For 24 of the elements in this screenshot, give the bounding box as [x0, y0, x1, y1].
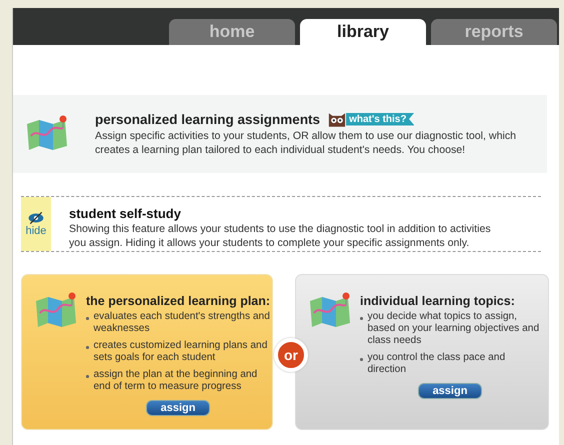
bullet-text: assign the plan at the beginning and end of term to measure progress	[94, 369, 258, 393]
description: Assign specific activities to your students, OR allow them to use our diagnostic tool, which creates a learning plan tailored to each individual student's needs. You choose!	[95, 128, 518, 156]
hide-toggle[interactable]: hide	[21, 197, 51, 251]
nav-tab[interactable]: reports	[431, 19, 557, 45]
bullet-icon	[86, 317, 88, 320]
bullet-text: you decide what topics to assign, based on your learning objectives and class needs	[368, 311, 540, 347]
assign-button[interactable]: assign	[146, 400, 210, 416]
card-title: individual learning topics:	[360, 294, 516, 308]
description: Showing this feature allows your students to use the diagnostic tool in addition to activities you assign. Hiding it allows your students to complete your specific assignments only.	[69, 222, 492, 250]
bullet-icon	[86, 346, 88, 348]
section-title: student self-study	[69, 206, 182, 221]
nav-tab[interactable]: home	[169, 19, 295, 45]
bullet-text: creates customized learning plans and sets goals for each student	[94, 340, 268, 364]
bullet-text: you control the class pace and direction	[368, 352, 506, 376]
bullet-icon	[360, 358, 362, 360]
section-title: personalized learning assignments	[95, 112, 320, 126]
bullet-icon	[86, 375, 88, 378]
bullet-icon	[360, 317, 362, 320]
hidden-eye-icon	[27, 211, 45, 225]
nav-tab[interactable]: library	[300, 19, 426, 45]
assign-button[interactable]: assign	[418, 383, 482, 399]
bullet-text: evaluates each student's strengths and weaknesses	[94, 311, 270, 335]
card-title: the personalized learning plan:	[86, 294, 270, 308]
owl-icon	[328, 112, 346, 126]
